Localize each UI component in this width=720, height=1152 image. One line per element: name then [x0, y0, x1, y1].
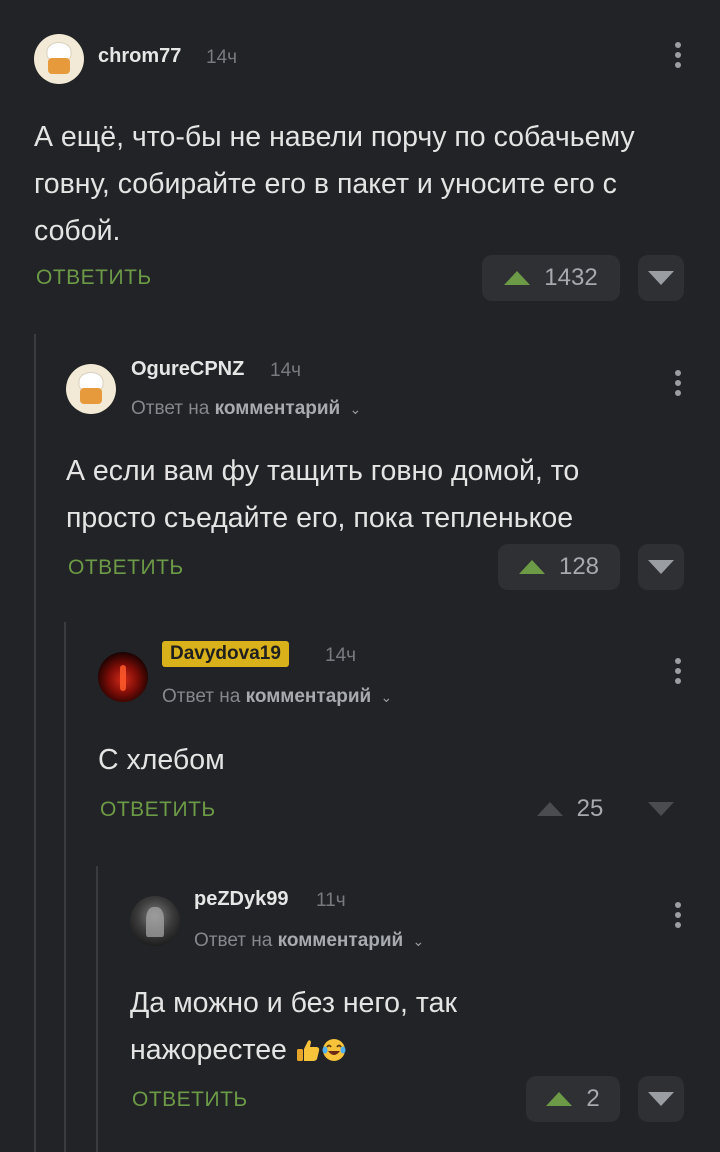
- downvote-button[interactable]: [638, 1076, 684, 1122]
- arrow-up-icon: [546, 1092, 573, 1106]
- comment-text: Да можно и без него, так нажорестее: [130, 980, 570, 1074]
- chevron-down-icon: ⌄: [412, 933, 425, 949]
- reply-to-target: комментарий: [277, 930, 404, 951]
- avatar[interactable]: [130, 896, 180, 946]
- timestamp: 11ч: [316, 890, 346, 911]
- arrow-down-icon: [648, 1092, 674, 1106]
- upvote-button[interactable]: 2: [526, 1076, 620, 1122]
- reply-to-prefix: Ответ на: [194, 930, 273, 951]
- thumbs-up-emoji: [296, 1040, 320, 1061]
- comment-text-body: Да можно и без него, так нажорестее: [130, 987, 457, 1066]
- comment-4: peZDyk99 11ч Ответ на комментарий ⌄ Да м…: [0, 0, 720, 1152]
- more-options-icon[interactable]: [674, 902, 682, 928]
- laughing-tears-emoji: [322, 1039, 346, 1061]
- reply-to-link[interactable]: Ответ на комментарий ⌄: [194, 930, 424, 952]
- rating-count: 2: [586, 1085, 600, 1112]
- username[interactable]: peZDyk99: [194, 888, 289, 911]
- reply-button[interactable]: ОТВЕТИТЬ: [132, 1088, 248, 1112]
